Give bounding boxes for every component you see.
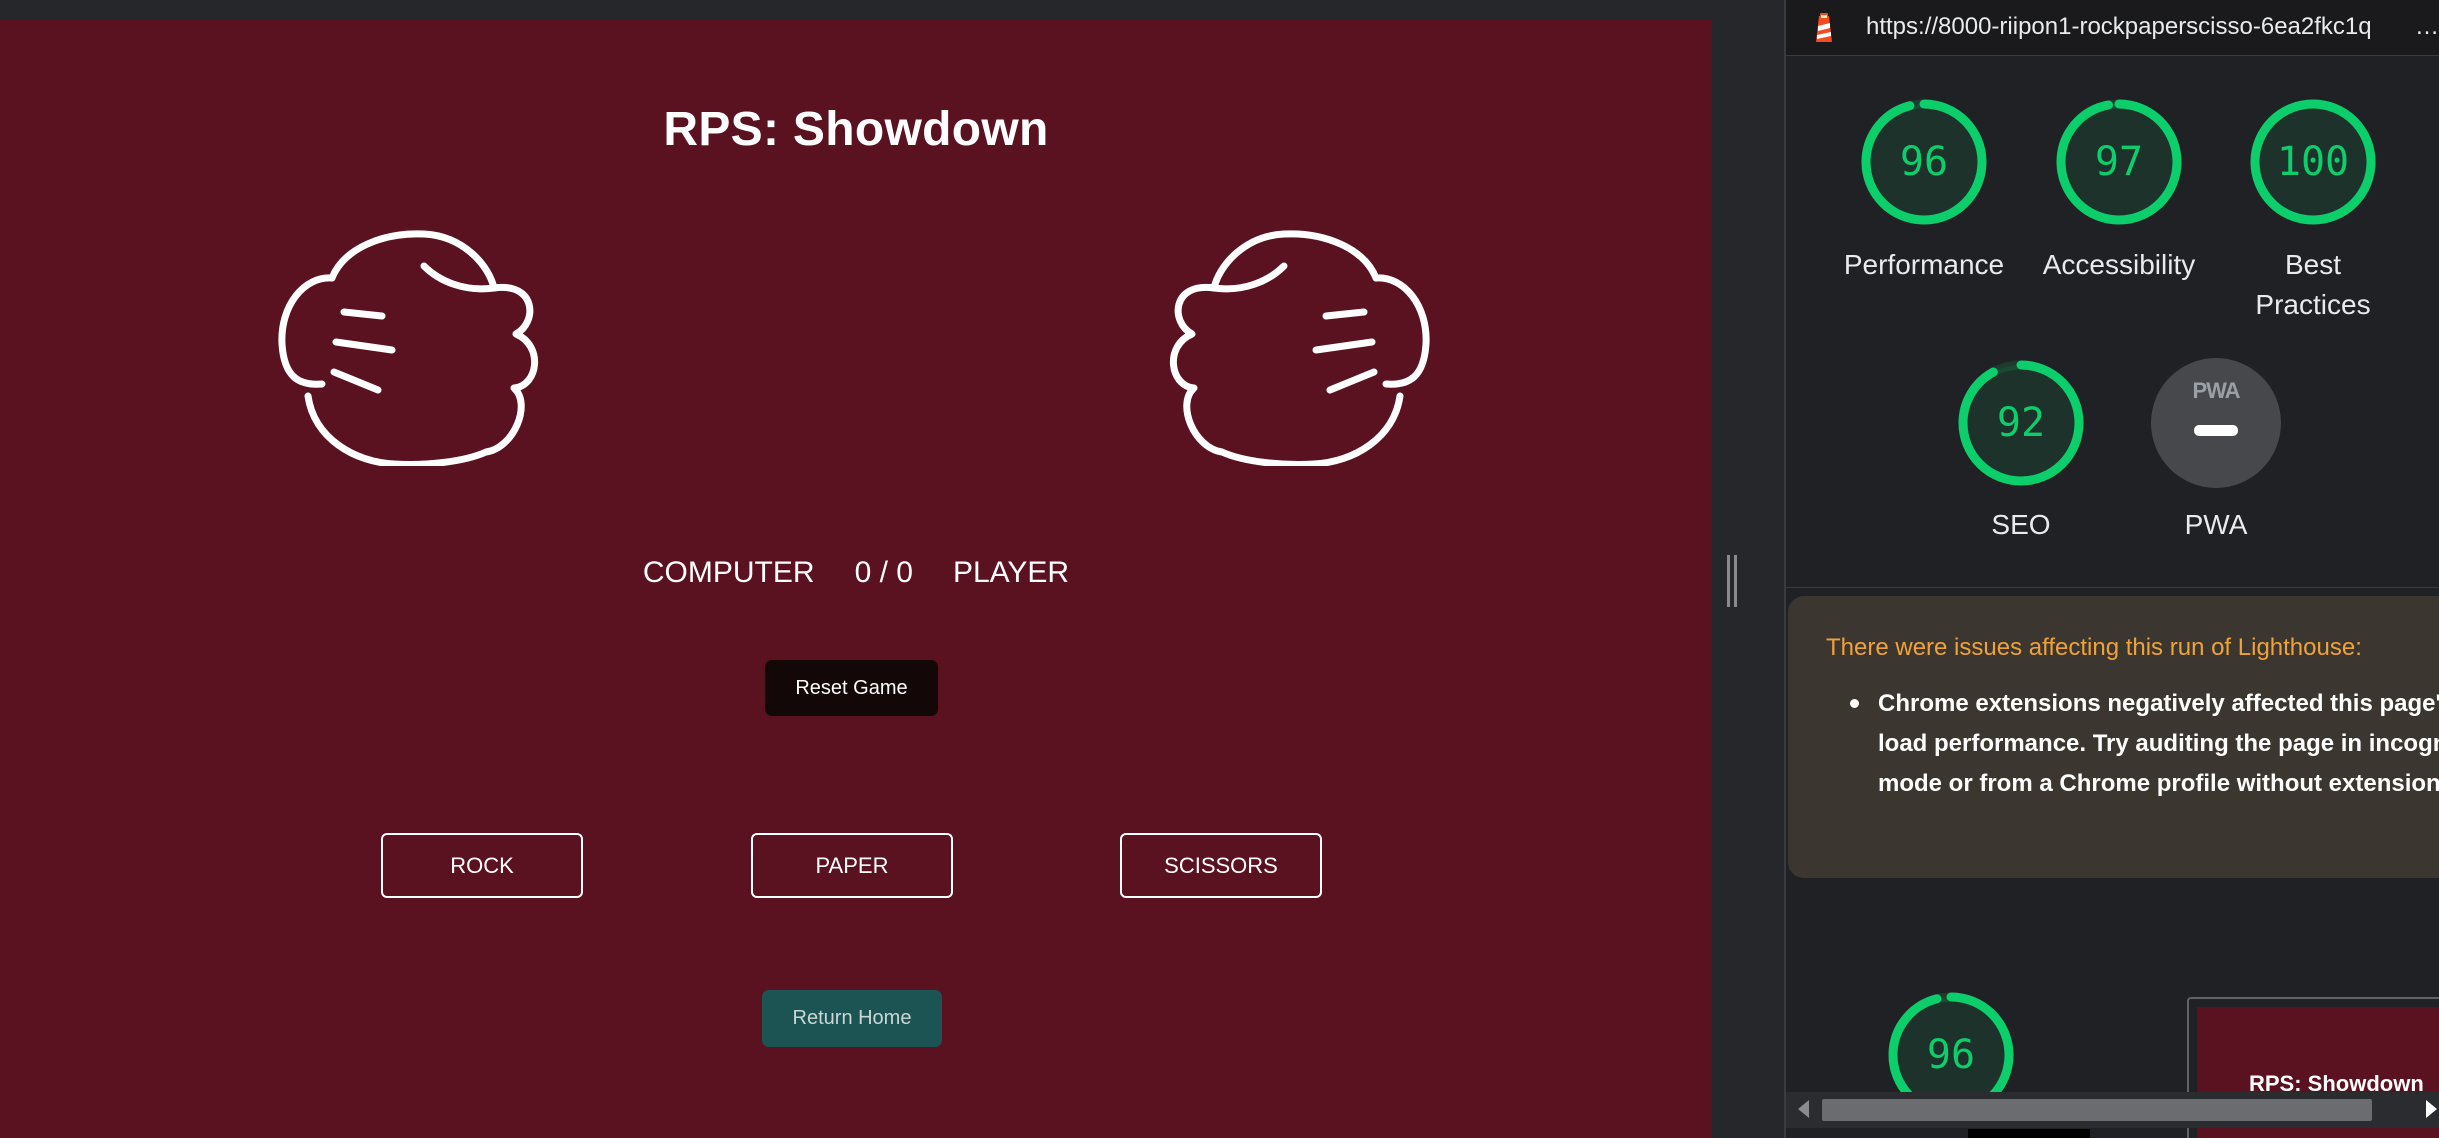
warning-box: There were issues affecting this run of … xyxy=(1788,596,2439,878)
accessibility-gauge[interactable]: 97 xyxy=(2054,97,2184,227)
player-fist-icon xyxy=(1170,230,1430,466)
scissors-button[interactable]: SCISSORS xyxy=(1120,833,1322,898)
warning-title: There were issues affecting this run of … xyxy=(1826,634,2362,661)
best-practices-score: 100 xyxy=(2276,139,2350,185)
url-ellipsis: … xyxy=(2415,13,2439,40)
pwa-badge-icon: PWA xyxy=(2192,378,2240,403)
bottom-indicator xyxy=(1968,1129,2090,1138)
best-practices-label: Best Practices xyxy=(2255,249,2371,320)
page-title: RPS: Showdown xyxy=(663,103,1049,156)
computer-label: COMPUTER xyxy=(642,556,815,589)
lighthouse-panel: https://8000-riipon1-rockpaperscisso-6ea… xyxy=(1784,0,2439,1138)
scoreboard: COMPUTER 0 / 0 PLAYER xyxy=(0,556,1712,590)
horizontal-scrollbar[interactable] xyxy=(1786,1092,2439,1128)
score-value: 0 / 0 xyxy=(854,556,913,589)
pwa-gauge[interactable]: PWA xyxy=(2151,358,2281,488)
seo-label: SEO xyxy=(1991,509,2051,540)
accessibility-label: Accessibility xyxy=(2042,249,2196,280)
seo-gauge[interactable]: 92 xyxy=(1956,358,2086,488)
paper-button[interactable]: PAPER xyxy=(751,833,953,898)
warning-item: Chrome extensions negatively affected th… xyxy=(1878,690,2439,797)
scroll-left-icon[interactable] xyxy=(1798,1100,1809,1118)
scrollbar-thumb[interactable] xyxy=(1822,1099,2372,1121)
scroll-right-icon[interactable] xyxy=(2426,1100,2437,1118)
panel-splitter xyxy=(1712,0,1784,1138)
reset-game-button[interactable]: Reset Game xyxy=(765,660,938,716)
best-practices-gauge[interactable]: 100 xyxy=(2248,97,2378,227)
performance-gauge[interactable]: 96 xyxy=(1859,97,1989,227)
pwa-dash xyxy=(2194,425,2238,436)
accessibility-score: 97 xyxy=(2094,139,2144,185)
screen: RPS: Showdown COMPUTER 0 / 0 PLAYER Rese… xyxy=(0,0,2439,1138)
performance-label: Performance xyxy=(1843,249,2005,280)
seo-score: 92 xyxy=(1996,400,2046,446)
splitter-handle[interactable] xyxy=(1727,555,1737,607)
report-url[interactable]: https://8000-riipon1-rockpaperscisso-6ea… xyxy=(1866,13,2386,41)
pwa-label: PWA xyxy=(2184,509,2248,540)
game-viewport: RPS: Showdown COMPUTER 0 / 0 PLAYER Rese… xyxy=(0,20,1712,1138)
performance-score: 96 xyxy=(1899,139,1949,185)
top-strip xyxy=(0,0,1784,20)
rock-button[interactable]: ROCK xyxy=(381,833,583,898)
report-url-bar: https://8000-riipon1-rockpaperscisso-6ea… xyxy=(1786,0,2439,56)
bullet-icon xyxy=(1850,699,1859,708)
section-divider xyxy=(1786,587,2439,588)
computer-fist-icon xyxy=(278,230,538,466)
player-label: PLAYER xyxy=(952,556,1070,589)
lighthouse-icon xyxy=(1816,13,1832,42)
return-home-button[interactable]: Return Home xyxy=(762,990,942,1047)
